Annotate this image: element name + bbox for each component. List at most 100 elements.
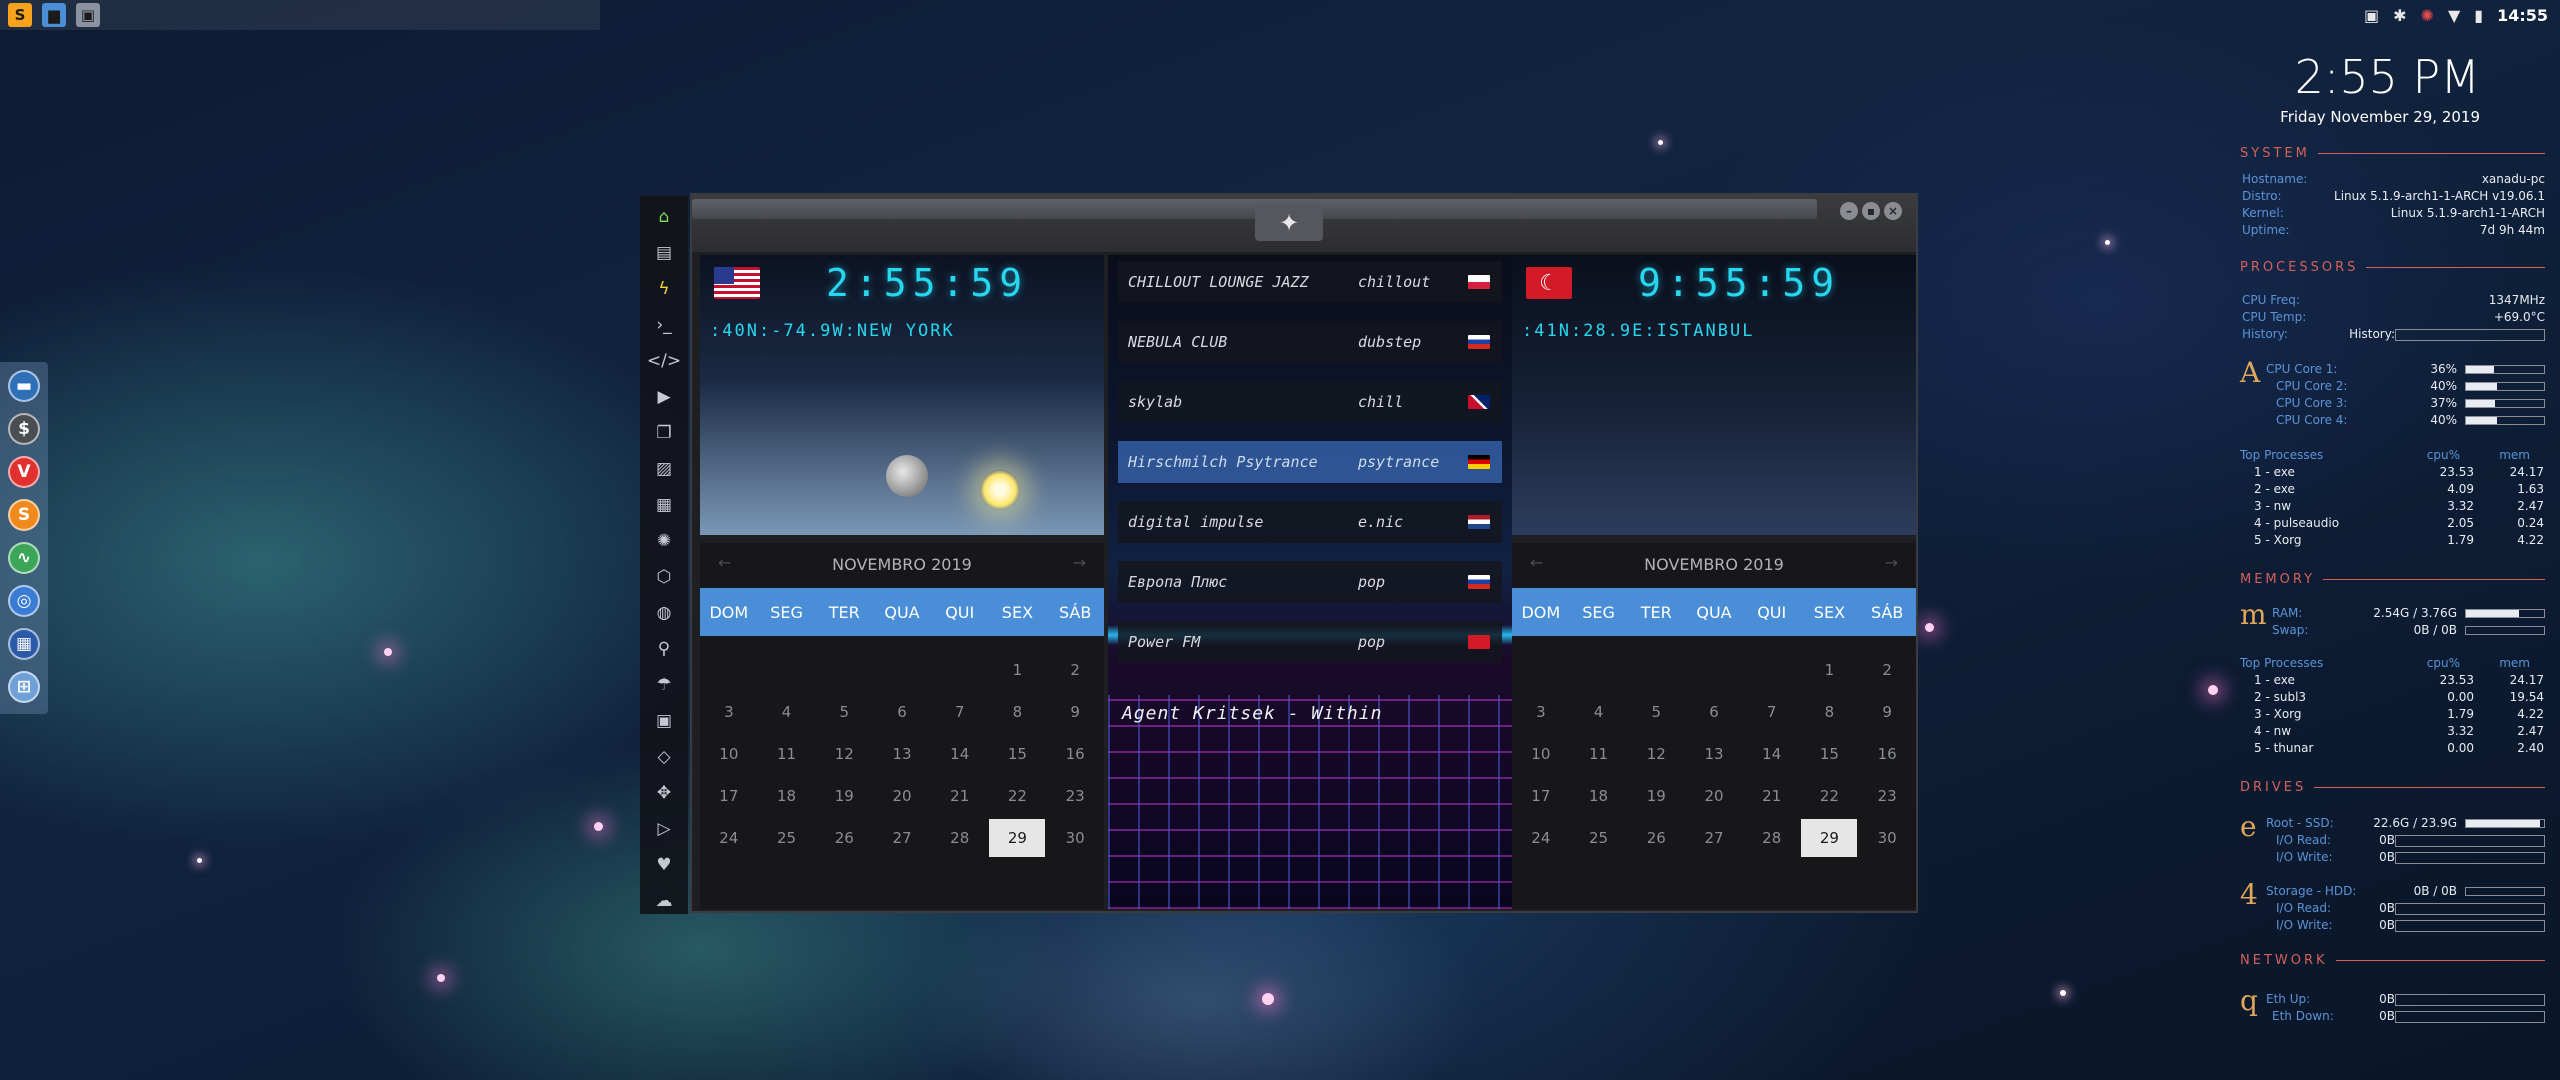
dock-app-monitor-icon[interactable]: ∿ [8, 542, 40, 574]
station-item[interactable]: CHILLOUT LOUNGE JAZZ chillout [1118, 261, 1502, 303]
calendar-day[interactable]: 12 [1627, 733, 1685, 775]
calendar-day[interactable]: 8 [989, 691, 1047, 733]
calendar-day[interactable]: 2 [1046, 649, 1104, 691]
news-icon[interactable]: ▦ [651, 492, 677, 517]
calendar-day[interactable]: 18 [758, 775, 816, 817]
dock-app-grid-icon[interactable]: ⊞ [8, 671, 40, 703]
calendar-day[interactable]: 3 [700, 691, 758, 733]
calendar-day[interactable]: 27 [873, 817, 931, 859]
calendar-day[interactable]: 17 [1512, 775, 1570, 817]
calendar-day[interactable]: 9 [1858, 691, 1916, 733]
umbrella-icon[interactable]: ☂ [651, 672, 677, 697]
station-item[interactable]: Power FM pop [1118, 621, 1502, 663]
calendar-day[interactable]: 4 [1570, 691, 1628, 733]
files-icon[interactable]: ▆ [42, 3, 66, 27]
maximize-button[interactable]: ▪ [1862, 202, 1880, 220]
calendar-day[interactable]: 24 [700, 817, 758, 859]
settings-icon[interactable]: ✺ [651, 528, 677, 553]
calendar-day[interactable]: 28 [931, 817, 989, 859]
calendar-day[interactable]: 26 [815, 817, 873, 859]
calendar-day[interactable]: 12 [815, 733, 873, 775]
station-item[interactable]: NEBULA CLUB dubstep [1118, 321, 1502, 363]
hexagon-icon[interactable]: ⬡ [651, 564, 677, 589]
calendar-day[interactable]: 14 [931, 733, 989, 775]
flash-icon[interactable]: ϟ [651, 276, 677, 301]
dock-app-desktop-icon[interactable]: ▦ [8, 628, 40, 660]
calendar-day[interactable]: 23 [1046, 775, 1104, 817]
calendar-day[interactable]: 11 [1570, 733, 1628, 775]
calendar-day[interactable]: 5 [1627, 691, 1685, 733]
sublime-icon[interactable]: S [8, 3, 32, 27]
image-icon[interactable]: ▣ [2364, 6, 2379, 25]
calendar-day[interactable]: 1 [1801, 649, 1859, 691]
dock-app-screen-icon[interactable]: ▬ [8, 370, 40, 402]
calendar-day[interactable]: 10 [700, 733, 758, 775]
expand-icon[interactable]: ✥ [651, 780, 677, 805]
battery-icon[interactable]: ▮ [2474, 6, 2483, 25]
calendar-day[interactable]: 1 [989, 649, 1047, 691]
cloud-icon[interactable]: ☁ [651, 888, 677, 913]
globe-icon[interactable]: ◍ [651, 600, 677, 625]
calendar-day[interactable]: 7 [1743, 691, 1801, 733]
calendar-day[interactable]: 14 [1743, 733, 1801, 775]
document-icon[interactable]: ▤ [651, 240, 677, 265]
calendar-day[interactable]: 5 [815, 691, 873, 733]
calendar-day[interactable]: 15 [1801, 733, 1859, 775]
calendar-day[interactable]: 21 [931, 775, 989, 817]
calendar-day[interactable]: 10 [1512, 733, 1570, 775]
calendar-day[interactable]: 18 [1570, 775, 1628, 817]
image-icon[interactable]: ▨ [651, 456, 677, 481]
station-item[interactable]: digital impulse e.nic [1118, 501, 1502, 543]
terminal-icon[interactable]: ›_ [651, 312, 677, 337]
search-icon[interactable]: ⚲ [651, 636, 677, 661]
calendar-day[interactable]: 2 [1858, 649, 1916, 691]
window-titlebar[interactable]: ✦ – ▪ × [692, 195, 1916, 252]
calendar-day[interactable]: 7 [931, 691, 989, 733]
calendar-day[interactable]: 19 [815, 775, 873, 817]
alert-icon[interactable]: ✺ [2421, 6, 2434, 25]
next-month-icon[interactable]: → [1885, 553, 1898, 572]
calendar-day[interactable]: 6 [1685, 691, 1743, 733]
calendar-day[interactable]: 15 [989, 733, 1047, 775]
calendar-day[interactable]: 16 [1046, 733, 1104, 775]
station-item[interactable]: Европа Плюс pop [1118, 561, 1502, 603]
home-icon[interactable]: ⌂ [651, 204, 677, 229]
calendar-day[interactable]: 30 [1858, 817, 1916, 859]
tray-clock[interactable]: 14:55 [2497, 6, 2548, 25]
code-icon[interactable]: </> [647, 348, 681, 373]
dock-app-money-icon[interactable]: $ [8, 413, 40, 445]
calendar-day[interactable]: 29 [989, 817, 1047, 859]
heart-icon[interactable]: ♥ [651, 852, 677, 877]
calendar-day[interactable]: 13 [1685, 733, 1743, 775]
calendar-day[interactable]: 27 [1685, 817, 1743, 859]
calendar-day[interactable]: 21 [1743, 775, 1801, 817]
calendar-day[interactable]: 9 [1046, 691, 1104, 733]
calendar-day[interactable]: 29 [1801, 817, 1859, 859]
calendar-day[interactable]: 6 [873, 691, 931, 733]
contact-icon[interactable]: ▣ [651, 708, 677, 733]
minimize-button[interactable]: – [1840, 202, 1858, 220]
calendar-day[interactable]: 23 [1858, 775, 1916, 817]
calendar-day[interactable]: 11 [758, 733, 816, 775]
calendar-day[interactable]: 26 [1627, 817, 1685, 859]
calendar-day[interactable]: 20 [1685, 775, 1743, 817]
calendar-day[interactable]: 25 [1570, 817, 1628, 859]
calendar-day[interactable]: 28 [1743, 817, 1801, 859]
calendar-day[interactable]: 22 [1801, 775, 1859, 817]
calendar-day[interactable]: 20 [873, 775, 931, 817]
calendar-day[interactable]: 3 [1512, 691, 1570, 733]
code-brackets-icon[interactable]: ◇ [651, 744, 677, 769]
calendar-day[interactable]: 8 [1801, 691, 1859, 733]
close-button[interactable]: × [1884, 202, 1902, 220]
window-icon[interactable]: ▣ [76, 3, 100, 27]
calendar-day[interactable]: 25 [758, 817, 816, 859]
dock-app-vivaldi-icon[interactable]: V [8, 456, 40, 488]
play-icon[interactable]: ▶ [651, 384, 677, 409]
dock-app-sublime-icon[interactable]: S [8, 499, 40, 531]
bluetooth-icon[interactable]: ✱ [2393, 6, 2406, 25]
youtube-icon[interactable]: ▷ [651, 816, 677, 841]
calendar-day[interactable]: 24 [1512, 817, 1570, 859]
dock-app-chrome-icon[interactable]: ◎ [8, 585, 40, 617]
calendar-day[interactable]: 16 [1858, 733, 1916, 775]
copy-icon[interactable]: ❐ [651, 420, 677, 445]
